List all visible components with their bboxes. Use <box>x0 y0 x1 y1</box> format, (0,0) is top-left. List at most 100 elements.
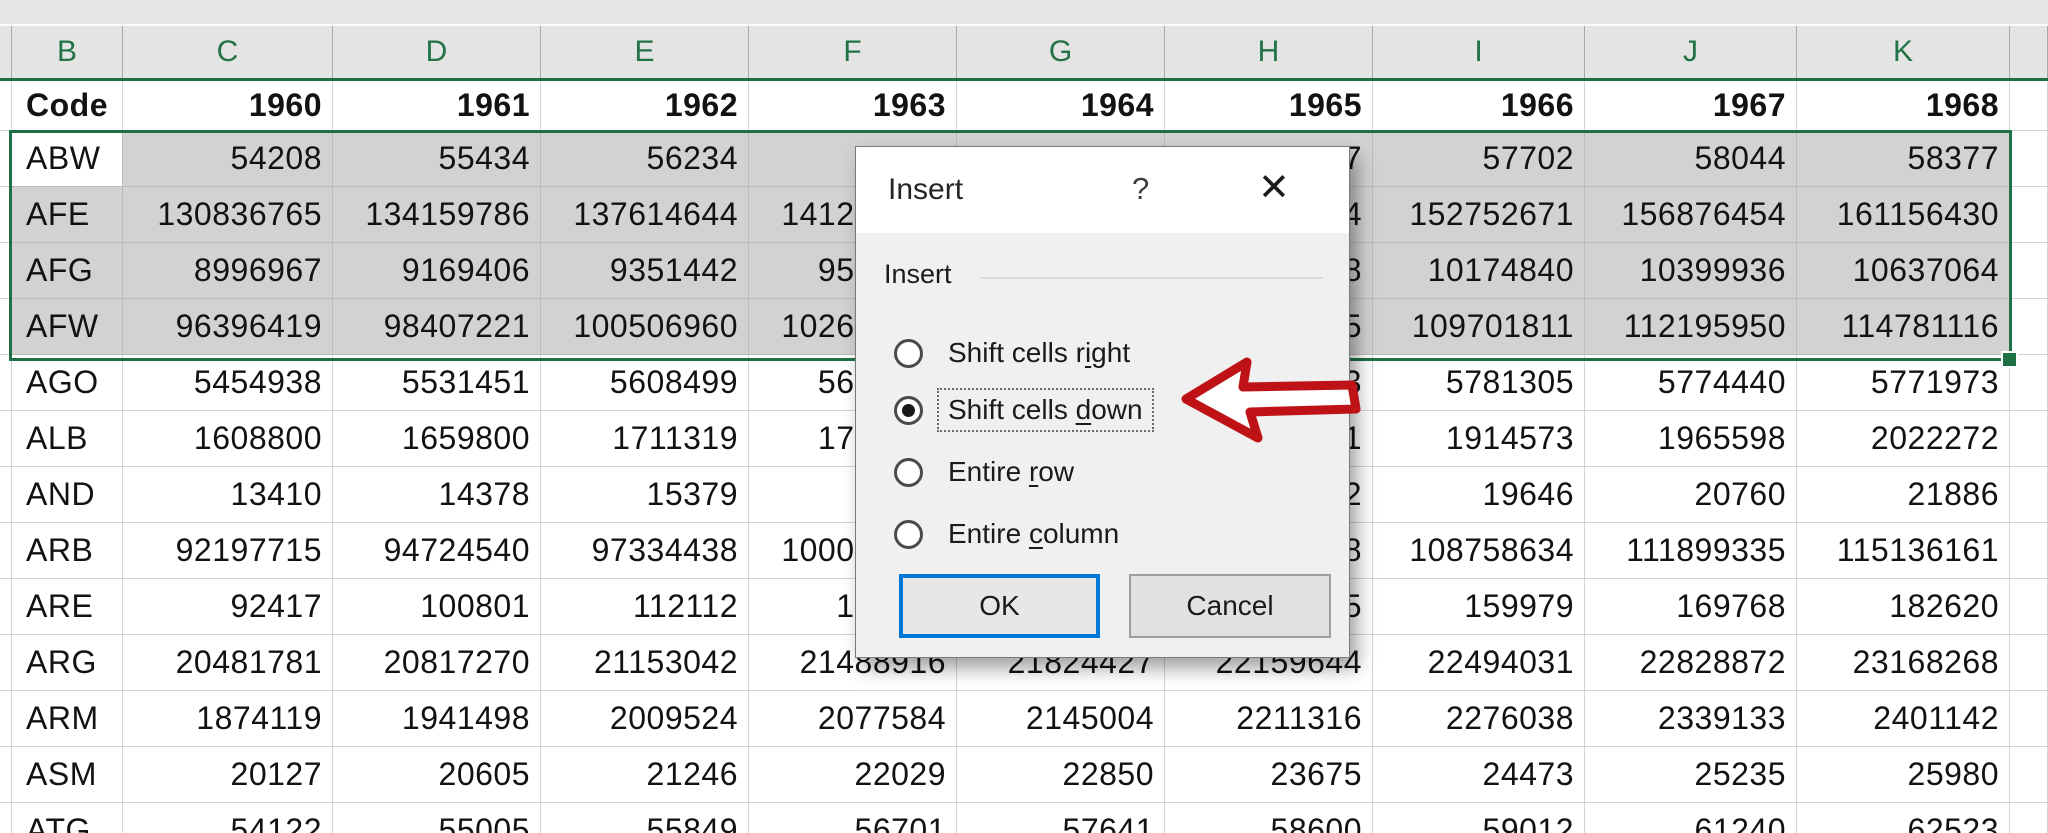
partial-cell[interactable] <box>0 579 12 635</box>
cell[interactable]: 5774440 <box>1585 355 1797 411</box>
row-code-cell[interactable]: AFG <box>12 243 123 299</box>
cell[interactable]: 114781116 <box>1797 299 2010 355</box>
cell[interactable]: 1659800 <box>333 411 541 467</box>
radio-circle-icon[interactable] <box>894 395 923 425</box>
partial-cell[interactable] <box>0 803 12 833</box>
cell[interactable]: 152752671 <box>1373 187 1585 243</box>
cell[interactable]: 1608800 <box>123 411 333 467</box>
help-icon[interactable]: ? <box>1132 171 1149 207</box>
cell[interactable]: 20605 <box>333 747 541 803</box>
cell[interactable]: 1711319 <box>541 411 749 467</box>
partial-cell[interactable] <box>0 411 12 467</box>
cell[interactable]: 5771973 <box>1797 355 2010 411</box>
cell[interactable]: 24473 <box>1373 747 1585 803</box>
cell[interactable]: 5608499 <box>541 355 749 411</box>
cell[interactable]: 57702 <box>1373 131 1585 187</box>
cell[interactable]: 5531451 <box>333 355 541 411</box>
cell[interactable]: 156876454 <box>1585 187 1797 243</box>
cell[interactable]: 19646 <box>1373 467 1585 523</box>
partial-cell[interactable] <box>0 243 12 299</box>
year-header-cell[interactable]: 1961 <box>333 81 541 131</box>
cell[interactable]: 58044 <box>1585 131 1797 187</box>
row-code-cell[interactable]: AGO <box>12 355 123 411</box>
year-header-cell[interactable]: 1963 <box>749 81 957 131</box>
partial-cell[interactable] <box>2010 467 2048 523</box>
cell[interactable]: 2211316 <box>1165 691 1373 747</box>
cell[interactable]: 134159786 <box>333 187 541 243</box>
row-code-cell[interactable]: ATG <box>12 803 123 833</box>
year-header-cell[interactable]: 1964 <box>957 81 1165 131</box>
cell[interactable]: 2077584 <box>749 691 957 747</box>
row-code-cell[interactable]: AFW <box>12 299 123 355</box>
cell[interactable]: 25980 <box>1797 747 2010 803</box>
column-header-B[interactable]: B <box>12 26 123 78</box>
cell[interactable]: 92417 <box>123 579 333 635</box>
close-icon[interactable]: ✕ <box>1258 165 1290 210</box>
partial-cell[interactable] <box>0 747 12 803</box>
partial-cell[interactable] <box>2010 747 2048 803</box>
radio-entire-row[interactable]: Entire row <box>894 449 1085 495</box>
cell[interactable]: 161156430 <box>1797 187 2010 243</box>
column-header-F[interactable]: F <box>749 26 957 78</box>
year-header-cell[interactable]: 1965 <box>1165 81 1373 131</box>
cell[interactable]: 159979 <box>1373 579 1585 635</box>
cell[interactable]: 111899335 <box>1585 523 1797 579</box>
cell[interactable]: 2009524 <box>541 691 749 747</box>
cell[interactable]: 100801 <box>333 579 541 635</box>
radio-shift-cells-down[interactable]: Shift cells down <box>894 387 1154 433</box>
cell[interactable]: 22850 <box>957 747 1165 803</box>
cell[interactable]: 20127 <box>123 747 333 803</box>
cell[interactable]: 25235 <box>1585 747 1797 803</box>
cell[interactable]: 2022272 <box>1797 411 2010 467</box>
cell[interactable]: 23168268 <box>1797 635 2010 691</box>
row-code-cell[interactable]: ARG <box>12 635 123 691</box>
radio-shift-cells-right[interactable]: Shift cells right <box>894 330 1141 376</box>
partial-cell[interactable] <box>2010 411 2048 467</box>
cell[interactable]: 100506960 <box>541 299 749 355</box>
cell[interactable]: 55005 <box>333 803 541 833</box>
cell[interactable]: 59012 <box>1373 803 1585 833</box>
cell[interactable]: 8996967 <box>123 243 333 299</box>
row-code-cell[interactable]: AFE <box>12 187 123 243</box>
cell[interactable]: 1941498 <box>333 691 541 747</box>
cell[interactable]: 1874119 <box>123 691 333 747</box>
cell[interactable]: 20817270 <box>333 635 541 691</box>
cell[interactable]: 94724540 <box>333 523 541 579</box>
cell[interactable]: 55849 <box>541 803 749 833</box>
partial-cell[interactable] <box>2010 523 2048 579</box>
cell[interactable]: 112112 <box>541 579 749 635</box>
cell[interactable]: 2401142 <box>1797 691 2010 747</box>
partial-cell[interactable] <box>2010 803 2048 833</box>
partial-cell[interactable] <box>2010 131 2048 187</box>
cell[interactable]: 21886 <box>1797 467 2010 523</box>
column-header-D[interactable]: D <box>333 26 541 78</box>
cell[interactable]: 15379 <box>541 467 749 523</box>
cell[interactable]: 58377 <box>1797 131 2010 187</box>
partial-cell[interactable] <box>0 131 12 187</box>
row-code-cell[interactable]: ARE <box>12 579 123 635</box>
year-header-cell[interactable]: 1960 <box>123 81 333 131</box>
radio-entire-column[interactable]: Entire column <box>894 511 1130 557</box>
year-header-cell[interactable]: 1962 <box>541 81 749 131</box>
partial-cell[interactable] <box>2010 691 2048 747</box>
cell[interactable]: 22828872 <box>1585 635 1797 691</box>
column-header-partial-left[interactable] <box>0 26 12 78</box>
partial-cell[interactable] <box>2010 81 2048 131</box>
partial-cell[interactable] <box>0 691 12 747</box>
cell[interactable]: 130836765 <box>123 187 333 243</box>
partial-cell[interactable] <box>2010 187 2048 243</box>
row-code-cell[interactable]: ALB <box>12 411 123 467</box>
ok-button[interactable]: OK <box>899 574 1100 638</box>
cell[interactable]: 1965598 <box>1585 411 1797 467</box>
partial-cell[interactable] <box>0 523 12 579</box>
cell[interactable]: 109701811 <box>1373 299 1585 355</box>
partial-cell[interactable] <box>0 299 12 355</box>
cell[interactable]: 22494031 <box>1373 635 1585 691</box>
partial-cell[interactable] <box>2010 635 2048 691</box>
cell[interactable]: 96396419 <box>123 299 333 355</box>
cell[interactable]: 92197715 <box>123 523 333 579</box>
cancel-button[interactable]: Cancel <box>1129 574 1331 638</box>
code-header-cell[interactable]: Code <box>12 81 123 131</box>
partial-cell[interactable] <box>2010 579 2048 635</box>
cell[interactable]: 5454938 <box>123 355 333 411</box>
